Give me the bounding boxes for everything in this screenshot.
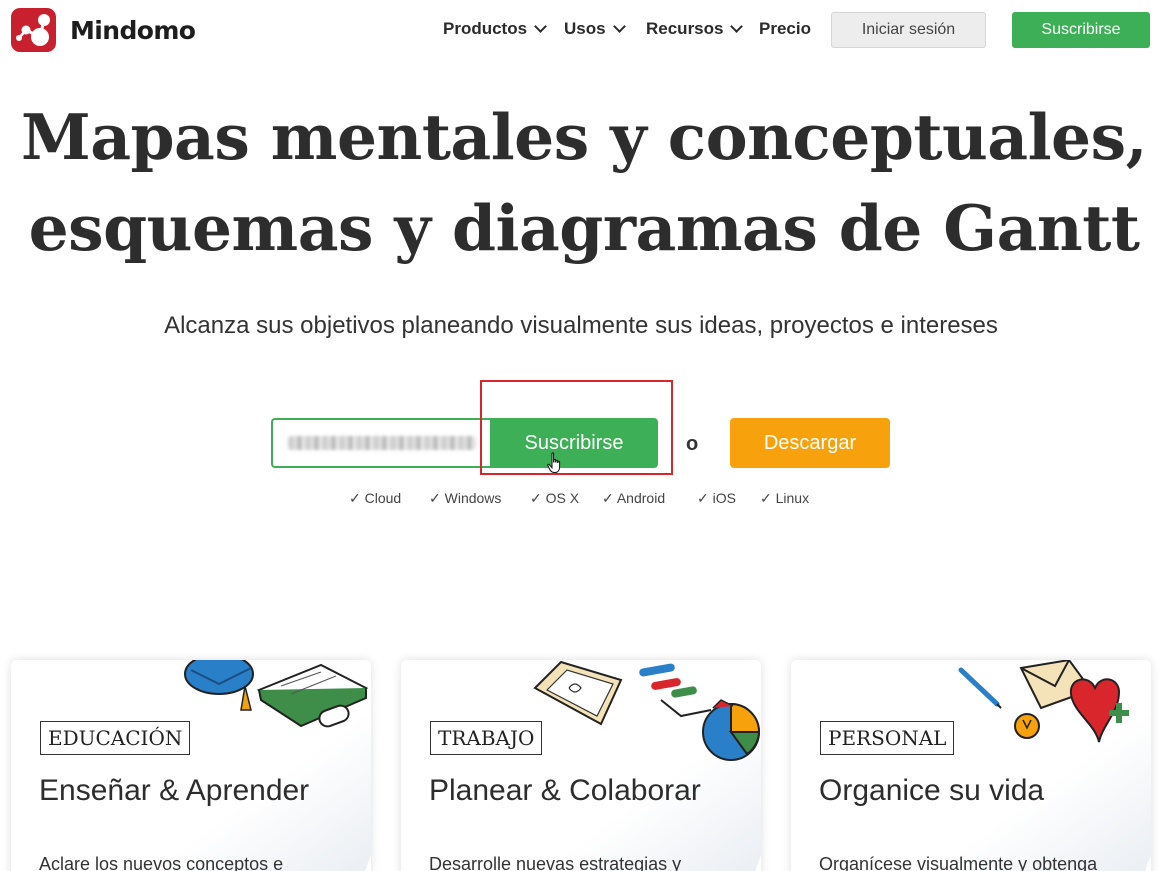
platform-android: ✓ Android bbox=[602, 490, 666, 506]
nav-productos-label: Productos bbox=[443, 19, 528, 38]
hero-subtitle: Alcanza sus objetivos planeando visualme… bbox=[164, 312, 998, 339]
email-redacted-value bbox=[288, 436, 476, 450]
hero-title-line2: esquemas y diagramas de Gantt bbox=[28, 191, 1140, 265]
card-description: Desarrolle nuevas estrategias y bbox=[429, 854, 682, 871]
download-button[interactable]: Descargar bbox=[730, 418, 890, 468]
platform-cloud: ✓ Cloud bbox=[349, 490, 402, 506]
mindomo-logo-icon bbox=[11, 8, 56, 52]
nav-productos[interactable]: Productos bbox=[443, 19, 547, 39]
hand-cursor-icon bbox=[547, 452, 561, 473]
platform-ios: ✓ iOS bbox=[697, 490, 736, 506]
hero-title-line1: Mapas mentales y conceptuales, bbox=[20, 100, 1148, 174]
chevron-down-icon bbox=[730, 20, 744, 33]
site-header: Mindomo Productos Usos Recursos Precio I… bbox=[0, 0, 1168, 62]
nav-recursos[interactable]: Recursos bbox=[646, 19, 744, 39]
chevron-down-icon bbox=[534, 20, 547, 33]
platform-windows: ✓ Windows bbox=[429, 490, 502, 506]
logo[interactable]: Mindomo bbox=[11, 8, 196, 52]
card-title: Planear & Colaborar bbox=[429, 774, 701, 807]
or-text: o bbox=[686, 433, 699, 455]
nav-precio[interactable]: Precio bbox=[759, 19, 811, 39]
hero-title: Mapas mentales y conceptuales, esquemas … bbox=[0, 92, 1168, 274]
nav-precio-label: Precio bbox=[759, 19, 811, 38]
nav-usos[interactable]: Usos bbox=[564, 19, 626, 39]
card-personal[interactable]: PERSONAL Organice su vida Organícese vis… bbox=[791, 660, 1151, 871]
card-description: Aclare los nuevos conceptos e bbox=[39, 854, 284, 871]
work-illustration-icon bbox=[533, 660, 761, 761]
header-subscribe-button[interactable]: Suscribirse bbox=[1012, 12, 1150, 48]
nav-recursos-label: Recursos bbox=[646, 19, 724, 38]
highlight-box bbox=[480, 380, 673, 475]
platform-linux: ✓ Linux bbox=[760, 490, 810, 506]
card-title: Organice su vida bbox=[819, 774, 1045, 807]
card-tag: TRABAJO bbox=[430, 721, 543, 755]
logo-text: Mindomo bbox=[70, 15, 196, 45]
card-description: Organícese visualmente y obtenga bbox=[819, 854, 1098, 871]
card-tag: EDUCACIÓN bbox=[40, 721, 191, 755]
login-button[interactable]: Iniciar sesión bbox=[831, 12, 986, 48]
platform-osx: ✓ OS X bbox=[530, 490, 580, 506]
chevron-down-icon bbox=[612, 20, 626, 33]
card-education[interactable]: EDUCACIÓN Enseñar & Aprender Aclare los … bbox=[11, 660, 371, 871]
card-tag: PERSONAL bbox=[820, 721, 955, 755]
card-title: Enseñar & Aprender bbox=[39, 774, 310, 807]
card-work[interactable]: TRABAJO Planear & Colaborar Desarrolle n… bbox=[401, 660, 761, 871]
personal-illustration-icon bbox=[958, 660, 1129, 743]
nav-usos-label: Usos bbox=[564, 19, 606, 38]
education-illustration-icon bbox=[184, 660, 369, 728]
